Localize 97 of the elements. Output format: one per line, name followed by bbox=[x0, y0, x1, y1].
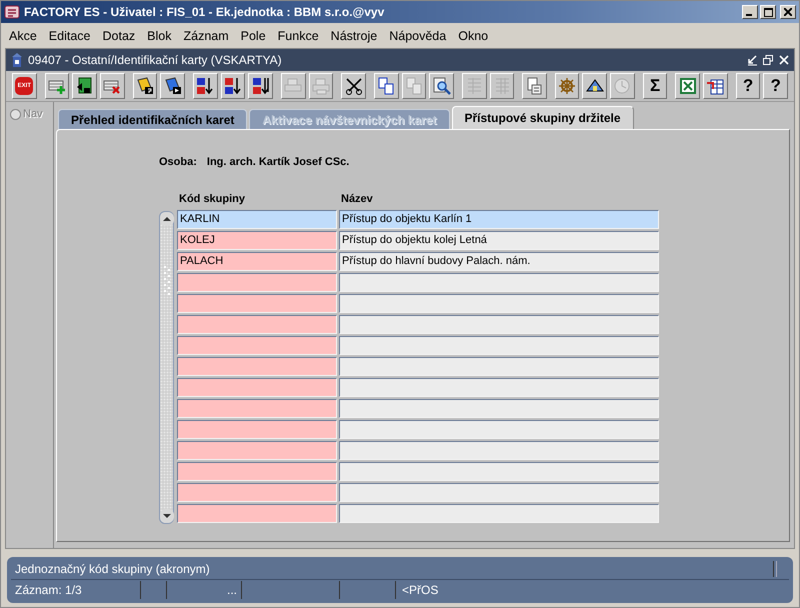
code-field[interactable] bbox=[177, 420, 337, 439]
name-field[interactable] bbox=[339, 315, 659, 334]
scissors-icon bbox=[344, 77, 363, 95]
form-icon bbox=[10, 52, 24, 68]
toolbar-button[interactable]: ? bbox=[763, 73, 788, 99]
code-field[interactable]: KARLIN bbox=[177, 210, 337, 229]
menu-item[interactable]: Editace bbox=[42, 28, 96, 42]
name-field[interactable] bbox=[339, 273, 659, 292]
code-field[interactable] bbox=[177, 315, 337, 334]
toolbar-button[interactable] bbox=[248, 73, 273, 99]
toolbar-button[interactable] bbox=[132, 73, 158, 99]
code-field[interactable] bbox=[177, 294, 337, 313]
menu-item[interactable]: Pole bbox=[234, 28, 272, 42]
code-field[interactable]: PALACH bbox=[177, 252, 337, 271]
printer-icon bbox=[312, 77, 330, 95]
status-ellipsis: ... bbox=[167, 581, 242, 599]
name-field[interactable] bbox=[339, 483, 659, 502]
menu-item[interactable]: Funkce bbox=[272, 28, 325, 42]
close-icon bbox=[784, 8, 792, 16]
menu-item[interactable]: Dotaz bbox=[96, 28, 142, 42]
table-icon bbox=[706, 77, 724, 95]
toolbar-button[interactable] bbox=[429, 73, 454, 99]
name-field[interactable] bbox=[339, 441, 659, 460]
code-field[interactable] bbox=[177, 483, 337, 502]
code-field[interactable] bbox=[177, 378, 337, 397]
menu-item[interactable]: Akce bbox=[3, 28, 43, 42]
name-field[interactable] bbox=[339, 504, 659, 523]
copy-icon bbox=[377, 77, 396, 95]
name-field[interactable] bbox=[339, 294, 659, 313]
status-mode: <PřOS bbox=[401, 582, 438, 599]
scroll-up-icon[interactable] bbox=[160, 212, 174, 226]
window-title: FACTORY ES - Uživatel : FIS_01 - Ek.jednotka : BBM s.r.o.@vyv bbox=[24, 5, 386, 19]
sort-icon bbox=[224, 77, 242, 95]
restore-icon[interactable] bbox=[762, 54, 774, 66]
form-title: 09407 - Ostatní/Identifikační karty (VSKARTYA) bbox=[28, 53, 283, 67]
maximize-button[interactable] bbox=[760, 5, 776, 19]
toolbar-button[interactable]: Σ bbox=[642, 73, 668, 99]
minimize-button[interactable] bbox=[742, 5, 758, 19]
name-field[interactable] bbox=[339, 399, 659, 418]
menu-item[interactable]: Okno bbox=[452, 28, 494, 42]
scrollbar[interactable] bbox=[159, 211, 174, 524]
menu-item[interactable]: Nápověda bbox=[383, 28, 452, 42]
sort-icon bbox=[196, 77, 214, 95]
name-field[interactable] bbox=[339, 336, 659, 355]
toolbar-button[interactable] bbox=[220, 73, 246, 99]
copy-icon bbox=[404, 77, 423, 95]
list-icon bbox=[465, 77, 484, 95]
toolbar-button[interactable]: ? bbox=[736, 73, 760, 99]
close-button[interactable] bbox=[780, 5, 796, 19]
scroll-down-icon[interactable] bbox=[160, 509, 174, 523]
query-icon bbox=[136, 77, 154, 95]
code-field[interactable] bbox=[177, 357, 337, 376]
clock-icon bbox=[613, 77, 632, 95]
magnifier-icon bbox=[432, 77, 451, 95]
name-field[interactable] bbox=[339, 357, 659, 376]
record-count: Záznam: 1/3 bbox=[11, 581, 141, 599]
query-icon bbox=[164, 77, 182, 95]
code-field[interactable] bbox=[177, 336, 337, 355]
status-message: Jednoznačný kód skupiny (akronym) bbox=[15, 562, 210, 576]
spreadsheet-icon bbox=[678, 77, 697, 95]
document-icon bbox=[525, 77, 544, 95]
menu-item[interactable]: Nástroje bbox=[324, 28, 384, 42]
maximize-icon bbox=[764, 8, 772, 16]
minimize-icon[interactable] bbox=[746, 54, 758, 66]
code-field[interactable] bbox=[177, 462, 337, 481]
app-icon bbox=[4, 4, 20, 20]
toolbar-button[interactable] bbox=[703, 73, 728, 99]
tab[interactable]: Přístupové skupiny držitele bbox=[452, 106, 634, 129]
code-field[interactable]: KOLEJ bbox=[177, 231, 337, 250]
name-field[interactable] bbox=[339, 378, 659, 397]
column-header: Název bbox=[340, 192, 374, 204]
save-icon bbox=[76, 77, 94, 95]
name-field[interactable] bbox=[339, 420, 659, 439]
close-icon[interactable] bbox=[778, 54, 790, 66]
toolbar-button[interactable] bbox=[582, 73, 608, 99]
code-field[interactable] bbox=[177, 273, 337, 292]
name-field[interactable]: Přístup do objektu kolej Letná bbox=[339, 231, 659, 250]
toolbar-button[interactable] bbox=[192, 73, 218, 99]
scroll-grip-icon bbox=[162, 266, 170, 296]
code-field[interactable] bbox=[177, 399, 337, 418]
person-label: Osoba: bbox=[159, 156, 197, 168]
person-name: Ing. arch. Kartík Josef CSc. bbox=[206, 156, 350, 168]
toolbar-button[interactable] bbox=[160, 73, 185, 99]
menu-item[interactable]: Záznam bbox=[177, 28, 235, 42]
toolbar-button[interactable] bbox=[374, 73, 399, 99]
code-field[interactable] bbox=[177, 504, 337, 523]
toolbar-button[interactable] bbox=[341, 73, 366, 99]
name-field[interactable]: Přístup do hlavní budovy Palach. nám. bbox=[339, 252, 659, 271]
sort-icon bbox=[252, 77, 270, 95]
menu-item[interactable]: Blok bbox=[141, 28, 178, 42]
column-header: Kód skupiny bbox=[178, 192, 246, 204]
name-field[interactable]: Přístup do objektu Karlín 1 bbox=[339, 210, 659, 229]
code-field[interactable] bbox=[177, 441, 337, 460]
toolbar-button[interactable] bbox=[72, 73, 97, 99]
tab[interactable]: Přehled identifikačních karet bbox=[58, 109, 248, 129]
wheel-icon bbox=[558, 77, 576, 95]
name-field[interactable] bbox=[339, 462, 659, 481]
